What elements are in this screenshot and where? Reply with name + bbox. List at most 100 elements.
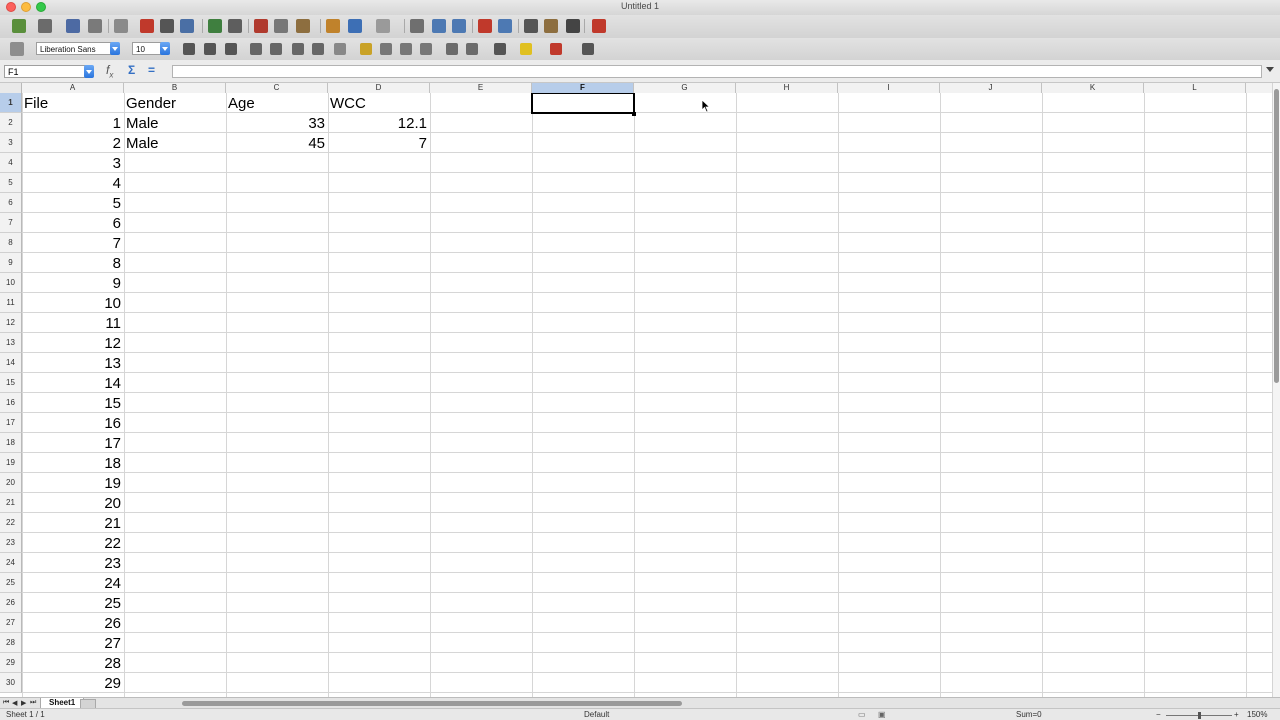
cell-a12[interactable]: 11	[22, 313, 124, 333]
column-header-e[interactable]: E	[430, 83, 532, 93]
align-right-icon[interactable]	[292, 43, 304, 55]
column-header-d[interactable]: D	[328, 83, 430, 93]
gallery-icon[interactable]	[544, 19, 558, 33]
active-cell-cursor[interactable]	[531, 93, 635, 114]
zoom-out-button[interactable]: −	[1156, 709, 1161, 720]
cell-c3[interactable]: 45	[226, 133, 328, 153]
cell-c1[interactable]: Age	[226, 93, 328, 113]
help-icon[interactable]	[592, 19, 606, 33]
sort-descending-icon[interactable]	[452, 19, 466, 33]
last-sheet-icon[interactable]: ⏭	[30, 699, 36, 707]
percent-icon[interactable]	[380, 43, 392, 55]
row-header-30[interactable]: 30	[0, 673, 22, 693]
cell-a19[interactable]: 18	[22, 453, 124, 473]
sum-icon[interactable]: Σ	[128, 63, 135, 77]
cell-a6[interactable]: 5	[22, 193, 124, 213]
sort-ascending-icon[interactable]	[432, 19, 446, 33]
redo-icon[interactable]	[376, 19, 390, 33]
cell-a16[interactable]: 15	[22, 393, 124, 413]
cell-a11[interactable]: 10	[22, 293, 124, 313]
cell-a15[interactable]: 14	[22, 373, 124, 393]
sidebar-icon[interactable]	[582, 43, 594, 55]
font-name-dropdown[interactable]	[110, 42, 120, 55]
justify-icon[interactable]	[312, 43, 324, 55]
align-left-icon[interactable]	[250, 43, 262, 55]
cell-a14[interactable]: 13	[22, 353, 124, 373]
font-size-dropdown[interactable]	[160, 42, 170, 55]
cell-a17[interactable]: 16	[22, 413, 124, 433]
row-header-20[interactable]: 20	[0, 473, 22, 493]
cell-a30[interactable]: 29	[22, 673, 124, 693]
print-icon[interactable]	[160, 19, 174, 33]
increase-indent-icon[interactable]	[466, 43, 478, 55]
prev-sheet-icon[interactable]: ◀	[12, 699, 17, 707]
cell-a1[interactable]: File	[22, 93, 124, 113]
spellcheck-icon[interactable]	[208, 19, 222, 33]
cell-d1[interactable]: WCC	[328, 93, 430, 113]
column-header-l[interactable]: L	[1144, 83, 1246, 93]
cell-a28[interactable]: 27	[22, 633, 124, 653]
background-color-icon[interactable]	[520, 43, 532, 55]
cell-d2[interactable]: 12.1	[328, 113, 430, 133]
cell-a10[interactable]: 9	[22, 273, 124, 293]
cell-c2[interactable]: 33	[226, 113, 328, 133]
formula-icon[interactable]: =	[148, 63, 155, 77]
column-header-f[interactable]: F	[532, 83, 634, 93]
underline-icon[interactable]	[225, 43, 237, 55]
first-sheet-icon[interactable]: ⏮	[3, 699, 9, 707]
decrease-indent-icon[interactable]	[446, 43, 458, 55]
cell-a29[interactable]: 28	[22, 653, 124, 673]
currency-icon[interactable]	[360, 43, 372, 55]
row-header-15[interactable]: 15	[0, 373, 22, 393]
column-header-h[interactable]: H	[736, 83, 838, 93]
cell-a3[interactable]: 2	[22, 133, 124, 153]
next-sheet-icon[interactable]: ▶	[21, 699, 26, 707]
vertical-scrollbar[interactable]	[1272, 83, 1280, 697]
zoom-in-button[interactable]: +	[1234, 709, 1239, 720]
cell-b3[interactable]: Male	[124, 133, 226, 153]
row-header-11[interactable]: 11	[0, 293, 22, 313]
row-header-19[interactable]: 19	[0, 453, 22, 473]
cell-a25[interactable]: 24	[22, 573, 124, 593]
cell-a18[interactable]: 17	[22, 433, 124, 453]
cell-a24[interactable]: 23	[22, 553, 124, 573]
cell-a2[interactable]: 1	[22, 113, 124, 133]
formula-input[interactable]	[172, 65, 1262, 78]
font-name-box[interactable]: Liberation Sans	[36, 42, 116, 55]
column-header-a[interactable]: A	[22, 83, 124, 93]
row-header-23[interactable]: 23	[0, 533, 22, 553]
undo-icon[interactable]	[348, 19, 362, 33]
cell-d3[interactable]: 7	[328, 133, 430, 153]
cell-a23[interactable]: 22	[22, 533, 124, 553]
column-header-k[interactable]: K	[1042, 83, 1144, 93]
select-all-corner[interactable]	[0, 83, 22, 93]
row-header-24[interactable]: 24	[0, 553, 22, 573]
cut-icon[interactable]	[254, 19, 268, 33]
row-header-25[interactable]: 25	[0, 573, 22, 593]
row-header-8[interactable]: 8	[0, 233, 22, 253]
align-center-icon[interactable]	[270, 43, 282, 55]
bold-icon[interactable]	[183, 43, 195, 55]
merge-icon[interactable]	[334, 43, 346, 55]
row-header-27[interactable]: 27	[0, 613, 22, 633]
name-box[interactable]: F1	[4, 65, 88, 78]
row-header-26[interactable]: 26	[0, 593, 22, 613]
cell-a5[interactable]: 4	[22, 173, 124, 193]
row-header-4[interactable]: 4	[0, 153, 22, 173]
row-header-7[interactable]: 7	[0, 213, 22, 233]
cell-a13[interactable]: 12	[22, 333, 124, 353]
column-header-j[interactable]: J	[940, 83, 1042, 93]
copy-icon[interactable]	[274, 19, 288, 33]
cell-b1[interactable]: Gender	[124, 93, 226, 113]
vertical-scroll-thumb[interactable]	[1274, 89, 1279, 383]
cell-a20[interactable]: 19	[22, 473, 124, 493]
cell-a4[interactable]: 3	[22, 153, 124, 173]
row-header-13[interactable]: 13	[0, 333, 22, 353]
borders-icon[interactable]	[494, 43, 506, 55]
email-icon[interactable]	[88, 19, 102, 33]
column-header-b[interactable]: B	[124, 83, 226, 93]
expand-formula-icon[interactable]	[1266, 67, 1274, 72]
row-header-1[interactable]: 1	[0, 93, 22, 113]
row-header-17[interactable]: 17	[0, 413, 22, 433]
cell-a27[interactable]: 26	[22, 613, 124, 633]
